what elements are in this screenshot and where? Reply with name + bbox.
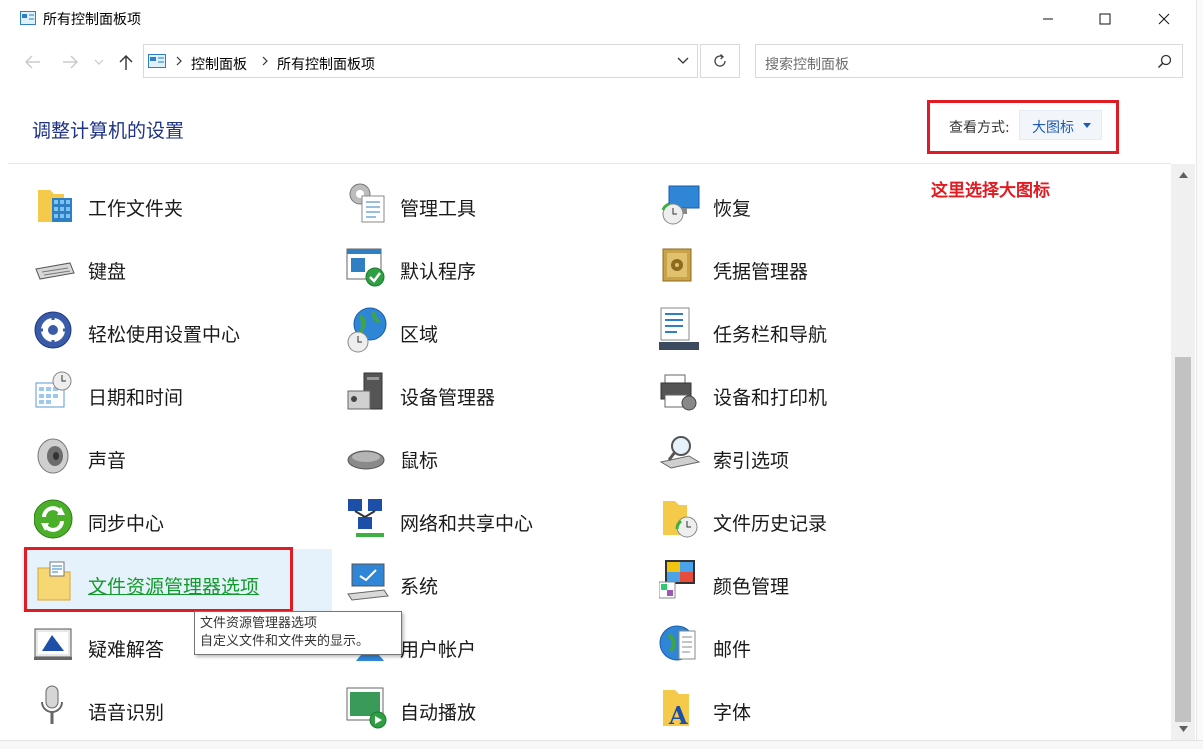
item-devices-printers[interactable]: 设备和打印机 bbox=[659, 369, 959, 429]
ease-of-access-icon bbox=[34, 311, 72, 349]
item-mouse[interactable]: 鼠标 bbox=[346, 432, 646, 492]
item-taskbar-navigation[interactable]: 任务栏和导航 bbox=[659, 306, 959, 366]
admin-tools-icon bbox=[349, 183, 385, 223]
up-arrow-icon bbox=[119, 55, 133, 70]
control-panel-icon bbox=[20, 11, 36, 25]
item-date-time[interactable]: 日期和时间 bbox=[34, 369, 334, 429]
breadcrumb-all-items[interactable]: 所有控制面板项 bbox=[277, 54, 375, 74]
annotation-box-file-explorer-options bbox=[24, 547, 293, 612]
search-box[interactable]: 搜索控制面板 bbox=[755, 44, 1183, 78]
work-folders-icon bbox=[38, 190, 72, 222]
item-keyboard[interactable]: 键盘 bbox=[34, 243, 334, 303]
vertical-scrollbar[interactable] bbox=[1171, 164, 1195, 740]
item-region[interactable]: 区域 bbox=[346, 306, 646, 366]
calendar-clock-icon bbox=[35, 371, 72, 408]
back-button[interactable] bbox=[22, 51, 44, 73]
minimize-button[interactable] bbox=[1020, 0, 1076, 38]
keyboard-icon bbox=[35, 262, 75, 280]
search-icon[interactable] bbox=[1157, 54, 1172, 69]
recovery-icon bbox=[661, 185, 700, 225]
item-sync-center[interactable]: 同步中心 bbox=[34, 495, 334, 555]
item-system[interactable]: 系统 bbox=[346, 558, 646, 618]
control-panel-icon bbox=[148, 54, 166, 68]
chevron-right-icon[interactable] bbox=[261, 56, 269, 66]
vault-icon bbox=[662, 248, 692, 282]
close-icon bbox=[1158, 13, 1170, 25]
annotation-box-view bbox=[927, 100, 1119, 154]
svg-text:A: A bbox=[668, 701, 688, 730]
search-input[interactable]: 搜索控制面板 bbox=[765, 54, 849, 74]
maximize-button[interactable] bbox=[1077, 0, 1133, 38]
item-autoplay[interactable]: 自动播放 bbox=[346, 684, 646, 744]
title-bar: 所有控制面板项 bbox=[0, 0, 1203, 38]
item-administrative-tools[interactable]: 管理工具 bbox=[346, 180, 646, 240]
scroll-up-button[interactable] bbox=[1171, 164, 1195, 186]
item-work-folders[interactable]: 工作文件夹 bbox=[34, 180, 334, 240]
item-credential-manager[interactable]: 凭据管理器 bbox=[659, 243, 959, 303]
microphone-icon bbox=[41, 685, 63, 724]
scroll-down-button[interactable] bbox=[1171, 718, 1195, 740]
default-programs-icon bbox=[346, 248, 385, 287]
color-management-icon bbox=[659, 560, 695, 599]
maximize-icon bbox=[1099, 13, 1111, 25]
tooltip-title: 文件资源管理器选项 bbox=[200, 616, 318, 631]
item-indexing-options[interactable]: 索引选项 bbox=[659, 432, 959, 492]
mouse-icon bbox=[347, 450, 385, 470]
item-device-manager[interactable]: 设备管理器 bbox=[346, 369, 646, 429]
forward-arrow-icon bbox=[63, 55, 78, 69]
page-title: 调整计算机的设置 bbox=[32, 120, 185, 142]
file-history-icon bbox=[663, 501, 698, 538]
sync-icon bbox=[34, 499, 73, 539]
chevron-down-icon bbox=[94, 59, 104, 65]
item-file-history[interactable]: 文件历史记录 bbox=[659, 495, 959, 555]
divider bbox=[8, 163, 1171, 164]
item-ease-of-access[interactable]: 轻松使用设置中心 bbox=[34, 306, 334, 366]
item-network-sharing[interactable]: 网络和共享中心 bbox=[346, 495, 646, 555]
chevron-right-icon bbox=[176, 56, 182, 66]
item-default-programs[interactable]: 默认程序 bbox=[346, 243, 646, 303]
item-recovery[interactable]: 恢复 bbox=[659, 180, 959, 240]
item-sound[interactable]: 声音 bbox=[34, 432, 334, 492]
fonts-icon: A bbox=[663, 690, 689, 730]
item-fonts[interactable]: A 字体 bbox=[659, 684, 959, 744]
back-arrow-icon bbox=[25, 55, 40, 69]
printer-icon bbox=[660, 374, 697, 411]
address-bar[interactable]: 控制面板 所有控制面板项 bbox=[143, 44, 698, 78]
scrollbar-thumb[interactable] bbox=[1175, 357, 1191, 722]
speaker-icon bbox=[37, 438, 69, 474]
indexing-icon bbox=[659, 436, 701, 469]
caret-up-icon bbox=[1178, 172, 1188, 178]
autoplay-icon bbox=[346, 687, 387, 729]
item-color-management[interactable]: 颜色管理 bbox=[659, 558, 959, 618]
tooltip: 文件资源管理器选项 自定义文件和文件夹的显示。 bbox=[194, 611, 402, 655]
item-mail[interactable]: 邮件 bbox=[659, 621, 959, 681]
up-button[interactable] bbox=[115, 51, 137, 73]
forward-button[interactable] bbox=[59, 51, 81, 73]
window-title: 所有控制面板项 bbox=[43, 12, 141, 28]
globe-clock-icon bbox=[347, 307, 387, 353]
minimize-icon bbox=[1043, 18, 1053, 20]
caret-down-icon bbox=[1178, 726, 1188, 732]
device-manager-icon bbox=[347, 372, 383, 410]
refresh-button[interactable] bbox=[700, 44, 740, 78]
mail-icon bbox=[659, 625, 696, 661]
troubleshooting-icon bbox=[34, 628, 72, 660]
tooltip-description: 自定义文件和文件夹的显示。 bbox=[200, 634, 370, 649]
close-button[interactable] bbox=[1136, 0, 1192, 38]
taskbar-icon bbox=[659, 307, 699, 350]
chevron-down-icon[interactable] bbox=[677, 53, 689, 67]
system-icon bbox=[347, 563, 389, 601]
item-speech-recognition[interactable]: 语音识别 bbox=[34, 684, 334, 744]
breadcrumb-control-panel[interactable]: 控制面板 bbox=[191, 54, 247, 74]
control-panel-window: 所有控制面板项 控制面板 所有控制面板项 搜索控制面板 调整计算机的设置 查看方… bbox=[0, 0, 1203, 749]
refresh-icon bbox=[714, 54, 726, 67]
recent-locations-button[interactable] bbox=[91, 51, 107, 73]
network-icon bbox=[348, 499, 384, 537]
window-frame-right bbox=[1196, 0, 1203, 748]
